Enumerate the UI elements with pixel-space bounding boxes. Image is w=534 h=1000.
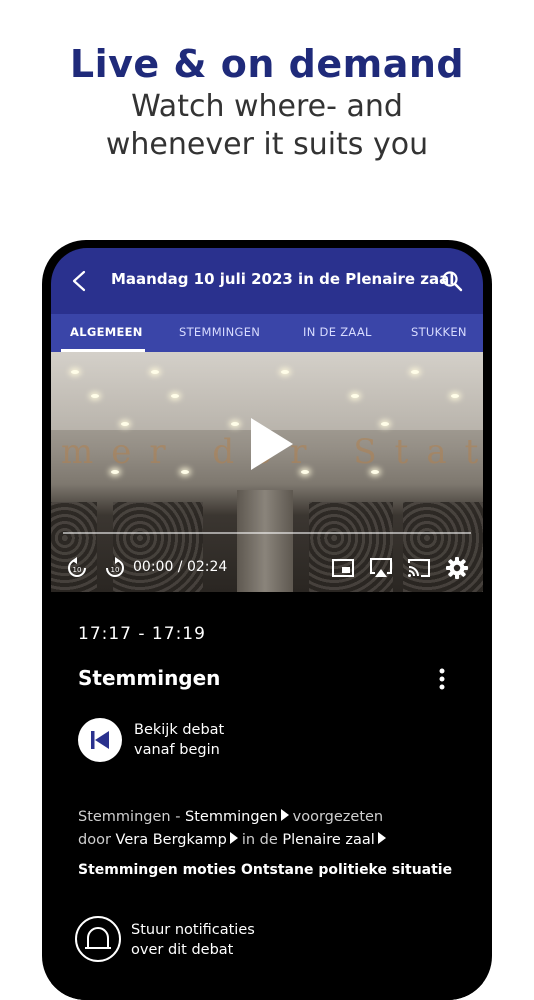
promo-subtitle-line1: Watch where- and (131, 89, 403, 124)
svg-text:10: 10 (111, 566, 120, 574)
ceiling-light (121, 422, 129, 426)
tab-stemmingen[interactable]: STEMMINGEN (179, 325, 260, 339)
meta-by: door (78, 832, 116, 848)
ceiling-light (151, 370, 159, 374)
skip-to-start-icon (91, 731, 109, 749)
meta-link-stemmingen[interactable]: Stemmingen (185, 809, 278, 825)
meta-line1: Stemmingen - Stemmingen voorgezeten (78, 806, 478, 829)
promo-title: Live & on demand (69, 42, 465, 86)
watch-from-start-line2: vanaf begin (134, 742, 220, 758)
more-vertical-icon[interactable] (439, 668, 445, 690)
bell-icon (85, 927, 111, 949)
watch-from-start-label[interactable]: Bekijk debat vanaf begin (134, 720, 224, 760)
promo-subtitle-line2: whenever it suits you (105, 127, 429, 162)
ceiling-light (451, 394, 459, 398)
caret-right-icon (377, 832, 386, 844)
meta-prefix: Stemmingen - (78, 809, 186, 825)
debate-meta: Stemmingen - Stemmingen voorgezeten door … (78, 806, 478, 852)
notify-button[interactable] (75, 916, 121, 962)
cast-icon[interactable] (407, 556, 431, 580)
svg-text:10: 10 (73, 566, 82, 574)
wall-pillar (237, 490, 293, 592)
meta-chaired: voorgezeten (292, 809, 384, 825)
ceiling-light (381, 422, 389, 426)
debate-title: Stemmingen moties Ontstane politieke sit… (78, 862, 453, 878)
meta-link-chair[interactable]: Vera Bergkamp (116, 832, 227, 848)
play-icon[interactable] (247, 416, 295, 472)
section-title: Stemmingen (78, 666, 221, 690)
ceiling-light (171, 394, 179, 398)
ceiling-light (91, 394, 99, 398)
rewind-10-icon[interactable]: 10 (65, 556, 89, 580)
video-progress-bar[interactable] (63, 532, 471, 534)
picture-in-picture-icon[interactable] (331, 556, 355, 580)
caret-right-icon (280, 809, 289, 821)
notify-line2: over dit debat (131, 942, 234, 958)
tab-stukken[interactable]: STUKKEN (411, 325, 467, 339)
ceiling-light (281, 370, 289, 374)
promo-subtitle: Watch where- and whenever it suits you (0, 88, 534, 164)
gear-icon[interactable] (445, 556, 469, 580)
meta-link-room[interactable]: Plenaire zaal (282, 832, 374, 848)
tab-in-de-zaal[interactable]: IN DE ZAAL (303, 325, 372, 339)
ceiling-light (411, 370, 419, 374)
app-bar: Maandag 10 juli 2023 in de Plenaire zaal (51, 248, 483, 314)
page-title: Maandag 10 juli 2023 in de Plenaire zaal (111, 270, 455, 288)
tab-algemeen[interactable]: ALGEMEEN (70, 325, 143, 339)
tab-bar: ALGEMEEN STEMMINGEN IN DE ZAAL STUKKEN (51, 314, 483, 352)
forward-10-icon[interactable]: 10 (103, 556, 127, 580)
video-time: 00:00 / 02:24 (133, 559, 228, 575)
notify-label[interactable]: Stuur notificaties over dit debat (131, 920, 255, 960)
ceiling-light (71, 370, 79, 374)
meta-in: in de (241, 832, 283, 848)
notify-line1: Stuur notificaties (131, 922, 255, 938)
watch-from-start-button[interactable] (78, 718, 122, 762)
phone-frame: Maandag 10 juli 2023 in de Plenaire zaal… (42, 240, 492, 1000)
watch-from-start-line1: Bekijk debat (134, 722, 225, 738)
app-screen: Maandag 10 juli 2023 in de Plenaire zaal… (51, 248, 483, 1000)
ceiling-light (231, 422, 239, 426)
search-icon[interactable] (441, 270, 463, 292)
airplay-icon[interactable] (369, 556, 393, 580)
video-player[interactable]: mer der Staten 10 10 00:00 / 02:24 (51, 352, 483, 592)
chevron-left-icon[interactable] (69, 270, 91, 292)
debate-details: 17:17 - 17:19 Stemmingen Bekijk debat va… (51, 592, 483, 1000)
caret-right-icon (229, 832, 238, 844)
time-range: 17:17 - 17:19 (78, 624, 206, 644)
ceiling-light (351, 394, 359, 398)
meta-line2: door Vera Bergkamp in de Plenaire zaal (78, 829, 478, 852)
